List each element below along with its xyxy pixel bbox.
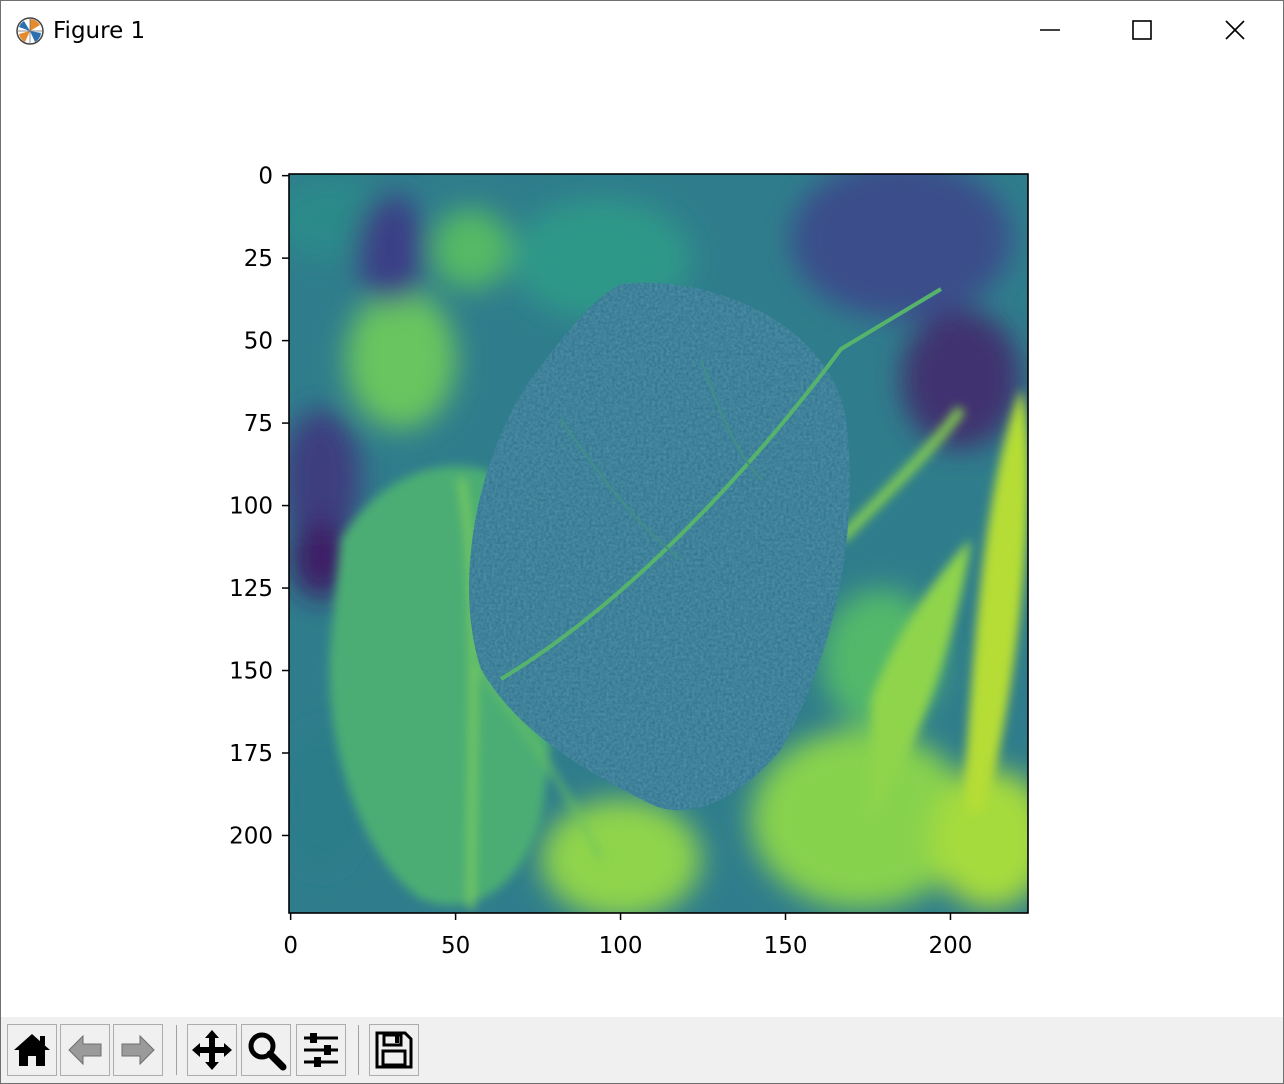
- subplots-button[interactable]: [296, 1024, 346, 1076]
- back-button[interactable]: [60, 1024, 110, 1076]
- x-axis: 0 50 100 150 200: [283, 913, 972, 959]
- home-icon: [14, 1034, 50, 1066]
- y-tick-label: 125: [229, 576, 273, 602]
- move-icon: [192, 1030, 232, 1070]
- close-button[interactable]: [1189, 1, 1281, 59]
- forward-button[interactable]: [113, 1024, 163, 1076]
- y-tick-label: 200: [229, 823, 273, 849]
- sliders-icon: [304, 1033, 338, 1067]
- y-tick-label: 150: [229, 659, 273, 685]
- navigation-toolbar: [1, 1017, 1283, 1083]
- pan-button[interactable]: [187, 1024, 237, 1076]
- x-tick-label: 50: [441, 933, 470, 959]
- y-tick-label: 100: [229, 494, 273, 520]
- y-tick-label: 50: [244, 329, 273, 355]
- y-tick-label: 25: [244, 246, 273, 272]
- floppy-disk-icon: [375, 1031, 413, 1069]
- leaf-image: [289, 174, 1028, 913]
- back-arrow-icon: [68, 1034, 102, 1066]
- y-tick-label: 0: [258, 164, 273, 190]
- maximize-button[interactable]: [1096, 1, 1188, 59]
- y-axis: 0 25 50 75 100 125 150 175 200: [229, 164, 289, 849]
- x-tick-label: 0: [283, 933, 298, 959]
- window-title: Figure 1: [53, 18, 146, 44]
- y-tick-label: 75: [244, 411, 273, 437]
- toolbar-separator: [176, 1025, 177, 1075]
- toolbar-separator: [358, 1025, 359, 1075]
- figure-window: Figure 1 0 25 50 75 100 125 150 175 200 …: [0, 0, 1284, 1084]
- x-tick-label: 100: [599, 933, 643, 959]
- image-plot: 0 25 50 75 100 125 150 175 200 0 50 100 150 200: [229, 164, 1029, 959]
- minimize-button[interactable]: [1004, 1, 1096, 59]
- figure-canvas[interactable]: 0 25 50 75 100 125 150 175 200 0 50 100 150 200: [1, 59, 1283, 1017]
- close-icon: [1225, 20, 1245, 40]
- matplotlib-logo-icon: [16, 17, 44, 45]
- minimize-icon: [1040, 29, 1060, 31]
- magnifier-icon: [248, 1032, 287, 1071]
- zoom-button[interactable]: [241, 1024, 291, 1076]
- home-button[interactable]: [7, 1024, 57, 1076]
- x-tick-label: 200: [929, 933, 973, 959]
- title-bar[interactable]: Figure 1: [1, 1, 1283, 59]
- maximize-icon: [1132, 20, 1152, 40]
- forward-arrow-icon: [121, 1034, 155, 1066]
- save-button[interactable]: [369, 1024, 419, 1076]
- y-tick-label: 175: [229, 741, 273, 767]
- x-tick-label: 150: [764, 933, 808, 959]
